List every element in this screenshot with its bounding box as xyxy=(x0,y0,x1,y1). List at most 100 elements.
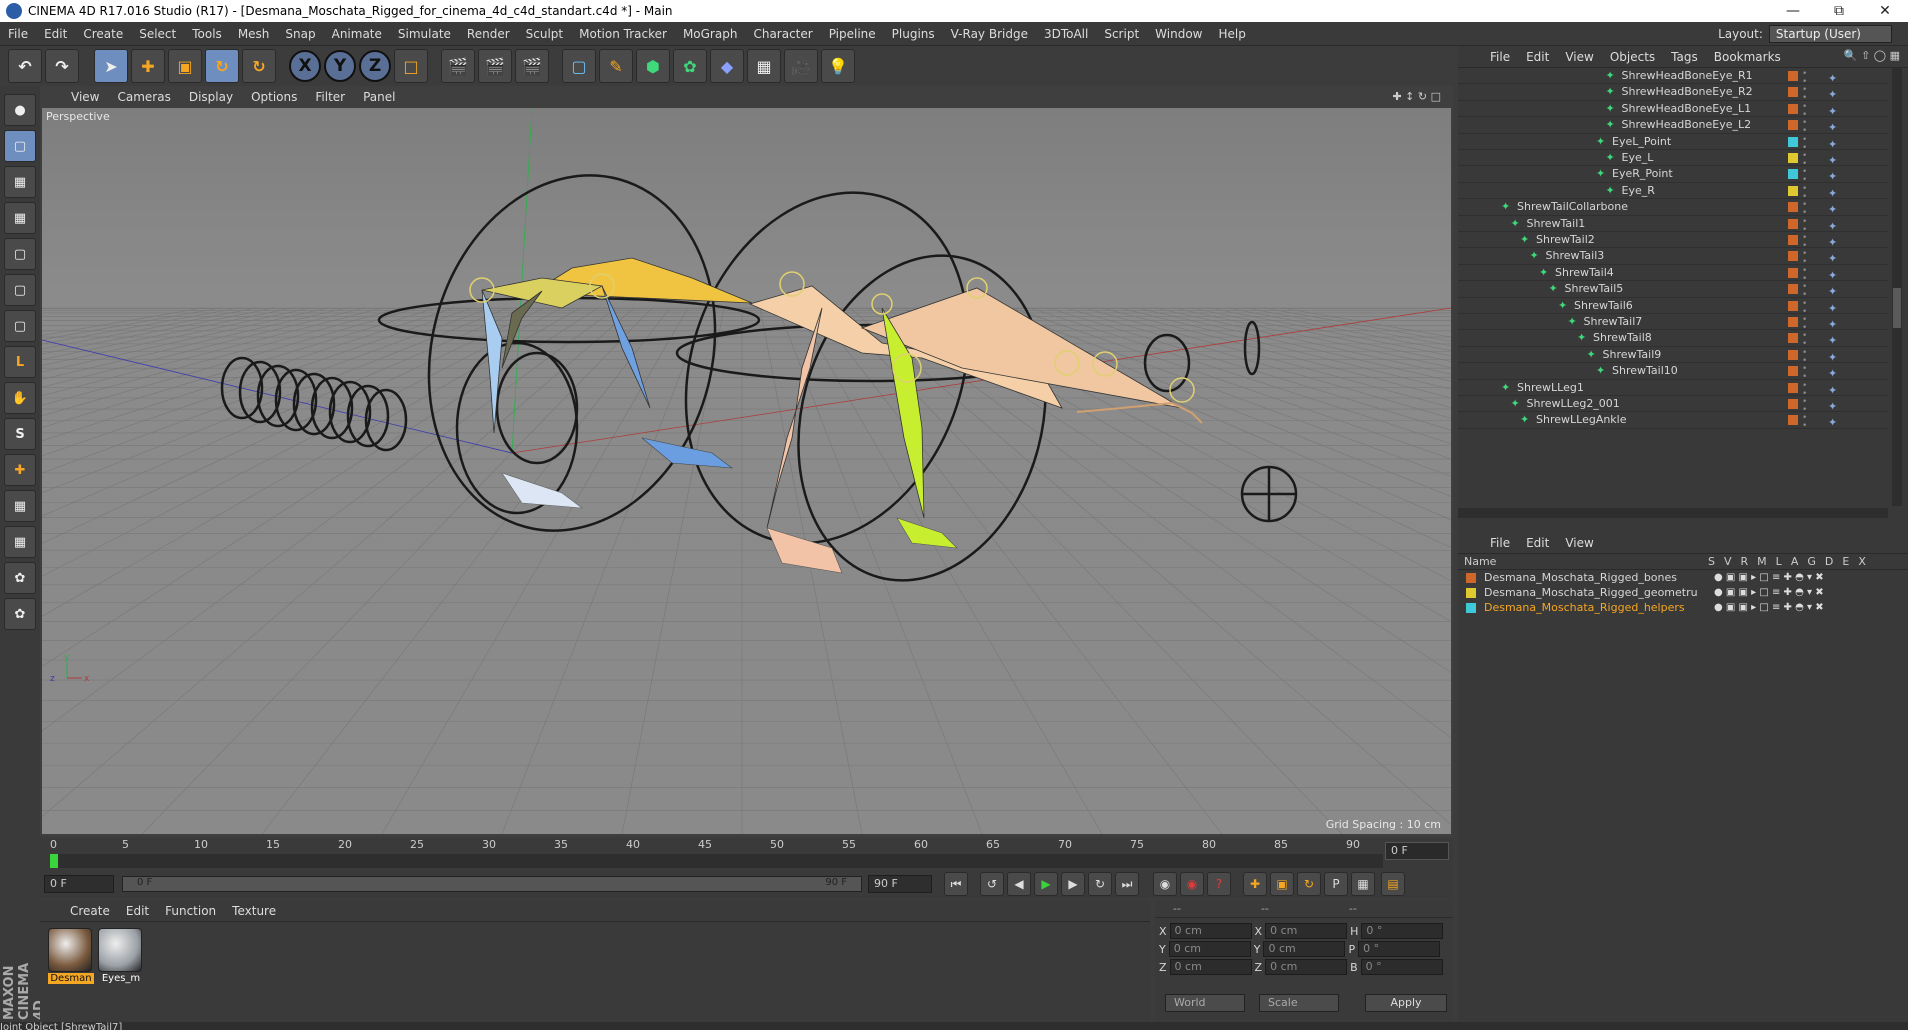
points-mode-icon[interactable]: ▢ xyxy=(4,238,36,270)
viewport-3d-canvas[interactable]: y x z Perspective Grid Spacing : 10 cm xyxy=(0,107,1908,835)
x-axis-lock-icon[interactable]: X xyxy=(289,50,321,82)
menu-character[interactable]: Character xyxy=(745,27,820,41)
end-frame-field[interactable]: 90 F xyxy=(868,875,932,893)
viewport-nav-icons[interactable]: ✚ ↕ ↻ □ xyxy=(1392,90,1441,103)
playhead-marker[interactable] xyxy=(50,854,58,868)
coordinate-value-field[interactable]: 0 ° xyxy=(1358,941,1441,957)
object-row[interactable]: ✦ ShrewTail1 • • ✦ xyxy=(1458,216,1888,234)
menu-tools[interactable]: Tools xyxy=(184,27,230,41)
object-layer-color[interactable] xyxy=(1788,300,1798,311)
texture-mode-icon[interactable]: ▦ xyxy=(4,166,36,198)
viewport-menu-filter[interactable]: Filter xyxy=(306,90,354,104)
object-layer-color[interactable] xyxy=(1788,267,1798,278)
current-frame-field[interactable]: 0 F xyxy=(1385,842,1449,860)
object-tag-icon[interactable]: ✦ xyxy=(1828,137,1842,151)
menu-mesh[interactable]: Mesh xyxy=(230,27,278,41)
deformer-icon[interactable]: ◆ xyxy=(710,49,744,83)
layer-toggle-icons[interactable]: ● ▣ ▣ ▸ □ ≡ ✚ ◓ ▾ ✖ xyxy=(1714,602,1824,613)
object-menu-bookmarks[interactable]: Bookmarks xyxy=(1706,50,1789,64)
menu-plugins[interactable]: Plugins xyxy=(884,27,943,41)
close-icon[interactable]: ✕ xyxy=(1862,0,1908,22)
object-tag-icon[interactable]: ✦ xyxy=(1828,169,1842,183)
object-layer-color[interactable] xyxy=(1788,366,1798,377)
object-manager-tools-icons[interactable]: 🔍 ⇧ ◯ ▦ xyxy=(1844,49,1900,62)
object-tag-icon[interactable]: ✦ xyxy=(1828,71,1842,85)
object-tag-icon[interactable]: ✦ xyxy=(1828,202,1842,216)
object-tag-icon[interactable]: ✦ xyxy=(1828,415,1842,429)
apply-button[interactable]: Apply xyxy=(1365,994,1447,1012)
array-icon[interactable]: ✿ xyxy=(673,49,707,83)
layout-dropdown[interactable]: Startup (User) xyxy=(1768,25,1892,43)
menu-file[interactable]: File xyxy=(0,27,36,41)
scroll-thumb[interactable] xyxy=(1893,288,1901,328)
coordinate-value-field[interactable]: 0 cm xyxy=(1169,959,1252,975)
material-menu-function[interactable]: Function xyxy=(157,904,224,918)
coordinate-value-field[interactable]: 0 cm xyxy=(1265,923,1348,939)
scale-icon[interactable]: ▣ xyxy=(168,49,202,83)
object-layer-color[interactable] xyxy=(1788,153,1798,163)
object-row[interactable]: ✦ ShrewTail9 • • ✦ xyxy=(1458,347,1888,365)
object-row[interactable]: ✦ ShrewTail8 • • ✦ xyxy=(1458,330,1888,349)
object-tag-icon[interactable]: ✦ xyxy=(1828,383,1842,397)
object-row[interactable]: ✦ ShrewHeadBoneEye_R1 • • ✦ xyxy=(1458,68,1888,87)
layer-color-swatch[interactable] xyxy=(1466,587,1476,598)
viewport-menu-display[interactable]: Display xyxy=(180,90,242,104)
menu-script[interactable]: Script xyxy=(1096,27,1147,41)
viewport-menu-cameras[interactable]: Cameras xyxy=(108,90,179,104)
object-row[interactable]: ✦ Eye_R • • ✦ xyxy=(1458,183,1888,201)
light-icon[interactable]: 💡 xyxy=(821,49,855,83)
z-axis-lock-icon[interactable]: Z xyxy=(359,50,391,82)
keyframe-selection-icon[interactable]: ? xyxy=(1207,872,1231,896)
layer-menu-file[interactable]: File xyxy=(1482,536,1518,550)
viewport-menu-view[interactable]: View xyxy=(62,90,108,104)
menu-motion-tracker[interactable]: Motion Tracker xyxy=(571,27,675,41)
object-row[interactable]: ✦ ShrewTail6 • • ✦ xyxy=(1458,298,1888,316)
object-tag-icon[interactable]: ✦ xyxy=(1828,251,1842,265)
menu-sculpt[interactable]: Sculpt xyxy=(518,27,571,41)
object-row[interactable]: ✦ ShrewHeadBoneEye_L1 • • ✦ xyxy=(1458,101,1888,119)
material-thumbnail[interactable]: Desman xyxy=(48,928,94,984)
object-row[interactable]: ✦ EyeL_Point • • ✦ xyxy=(1458,134,1888,152)
menu-create[interactable]: Create xyxy=(75,27,131,41)
viewport-menu-options[interactable]: Options xyxy=(242,90,306,104)
menu-simulate[interactable]: Simulate xyxy=(390,27,459,41)
layout-selector[interactable]: Layout: Startup (User) xyxy=(1718,25,1892,43)
python-icon[interactable]: ✿ xyxy=(4,562,36,594)
key-pla-icon[interactable]: ▦ xyxy=(1351,872,1375,896)
key-parameter-icon[interactable]: P xyxy=(1324,872,1348,896)
object-tag-icon[interactable]: ✦ xyxy=(1828,268,1842,282)
object-menu-edit[interactable]: Edit xyxy=(1518,50,1557,64)
layer-menu-edit[interactable]: Edit xyxy=(1518,536,1557,550)
object-row[interactable]: ✦ ShrewLLeg2_001 • • ✦ xyxy=(1458,396,1888,415)
object-tag-icon[interactable]: ✦ xyxy=(1828,219,1842,233)
layer-row[interactable]: Desmana_Moschata_Rigged_helpers ● ▣ ▣ ▸ □… xyxy=(1458,600,1908,615)
snap-icon[interactable]: ✚ xyxy=(4,454,36,486)
undo-icon[interactable]: ↶ xyxy=(8,49,42,83)
object-layer-color[interactable] xyxy=(1788,399,1798,409)
layer-toggle-icons[interactable]: ● ▣ ▣ ▸ □ ≡ ✚ ◓ ▾ ✖ xyxy=(1714,587,1824,598)
object-row[interactable]: ✦ ShrewHeadBoneEye_L2 • • ✦ xyxy=(1458,117,1888,136)
start-frame-field[interactable]: 0 F xyxy=(44,875,114,893)
record-active-icon[interactable]: ◉ xyxy=(1153,872,1177,896)
timeline-ruler[interactable]: 0 5 10 15 20 25 30 35 40 45 50 55 60 65 70 75 80 85 90 0 F xyxy=(40,838,1453,870)
material-menu-texture[interactable]: Texture xyxy=(224,904,284,918)
minimize-icon[interactable]: — xyxy=(1770,0,1816,22)
object-tag-icon[interactable]: ✦ xyxy=(1828,366,1842,380)
goto-end-icon[interactable]: ⏭ xyxy=(1115,872,1139,896)
recent-tool-icon[interactable]: ↻ xyxy=(242,49,276,83)
coordinate-value-field[interactable]: 0 ° xyxy=(1360,959,1443,975)
rotate-icon[interactable]: ↻ xyxy=(205,49,239,83)
object-menu-file[interactable]: File xyxy=(1482,50,1518,64)
menu-render[interactable]: Render xyxy=(459,27,518,41)
coordinate-value-field[interactable]: 0 cm xyxy=(1168,941,1251,957)
spline-pen-icon[interactable]: ✎ xyxy=(599,49,633,83)
object-row[interactable]: ✦ Eye_L • • ✦ xyxy=(1458,150,1888,169)
layer-menu-view[interactable]: View xyxy=(1557,536,1601,550)
workplane-icon[interactable]: ▦ xyxy=(4,202,36,234)
move-icon[interactable]: ✚ xyxy=(131,49,165,83)
object-layer-color[interactable] xyxy=(1788,382,1798,393)
object-layer-color[interactable] xyxy=(1788,235,1798,245)
live-selection-icon[interactable]: ➤ xyxy=(94,49,128,83)
object-menu-tags[interactable]: Tags xyxy=(1663,50,1706,64)
restore-icon[interactable]: ⧉ xyxy=(1816,0,1862,22)
